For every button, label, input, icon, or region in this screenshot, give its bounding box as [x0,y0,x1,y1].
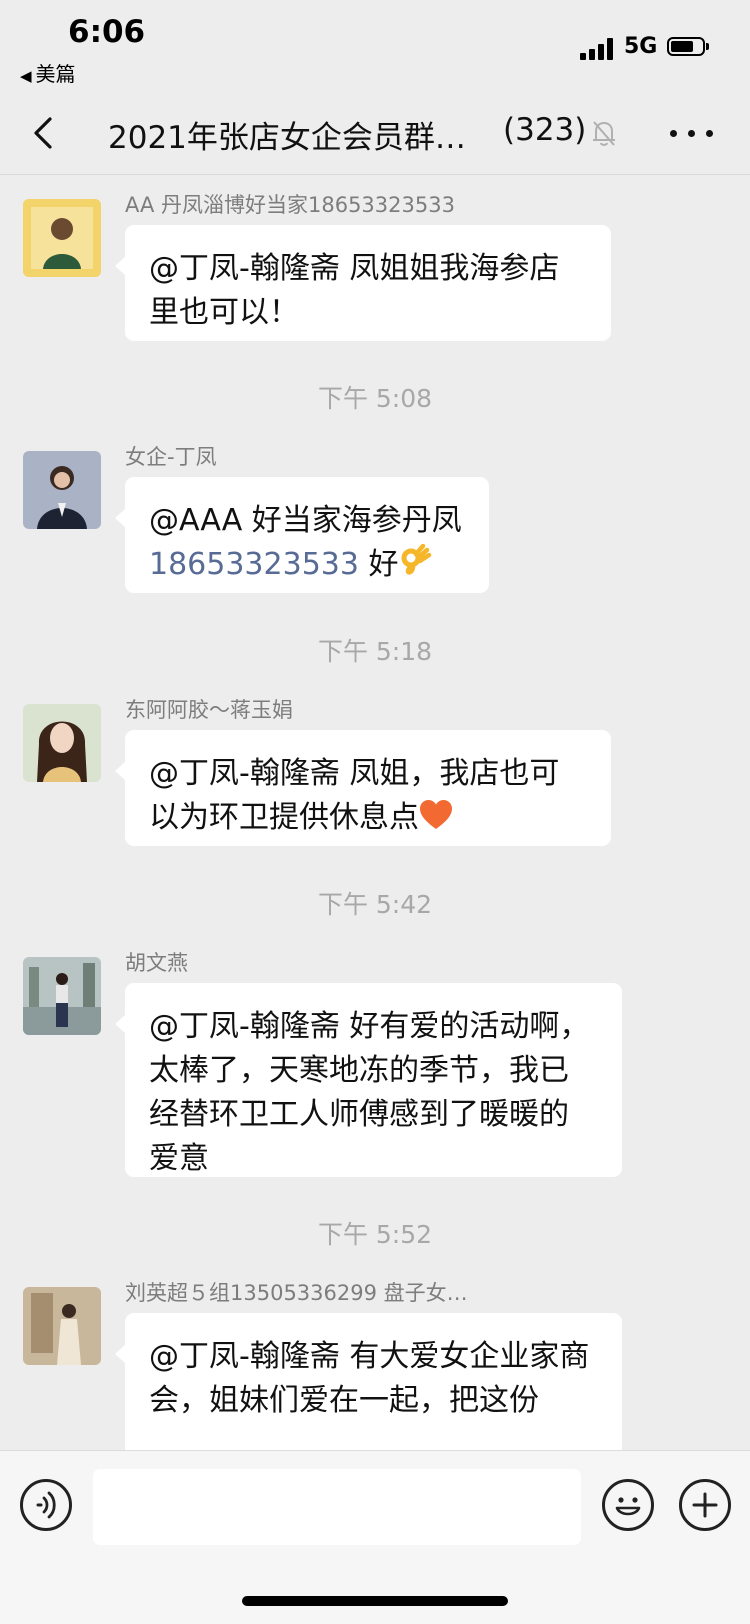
message-bubble[interactable]: @丁凤-翰隆斋 有大爱女企业家商会，姐妹们爱在一起，把这份 [115,1313,622,1450]
phone-number-link[interactable]: 18653323533 [149,547,359,582]
message-list[interactable]: AA 丹凤淄博好当家18653323533 @丁凤-翰隆斋 凤姐姐我海参店里也可… [0,175,750,1450]
message-text: @AAA 好当家海参丹凤 [149,503,462,538]
message-text: 好 [358,547,399,582]
back-button[interactable] [22,106,70,160]
mute-bell-icon [593,121,615,146]
voice-input-button[interactable] [20,1479,72,1531]
orange-heart-emoji [420,800,452,829]
battery-icon [667,37,709,56]
voice-wave-icon [36,1491,56,1519]
sender-name: 东阿阿胶～蒋玉娟 [125,698,293,722]
message-bubble[interactable]: @丁凤-翰隆斋 好有爱的活动啊，太棒了，天寒地冻的季节，我已经替环卫工人师傅感到… [115,983,622,1177]
message-bubble[interactable]: @丁凤-翰隆斋 凤姐，我店也可以为环卫提供休息点 [115,730,611,846]
avatar[interactable] [23,199,101,277]
network-type: 5G [624,34,658,59]
message-bubble[interactable]: @AAA 好当家海参丹凤 18653323533 好 [115,477,489,593]
back-to-app-link[interactable]: ◀ 美篇 [20,58,76,87]
more-functions-button[interactable] [679,1479,731,1531]
message-item: 胡文燕 @丁凤-翰隆斋 好有爱的活动啊，太棒了，天寒地冻的季节，我已经替环卫工人… [0,933,750,1183]
avatar-portrait-icon [23,957,101,1035]
avatar-portrait-icon [23,451,101,529]
member-count: (323) [503,112,587,148]
message-text: @丁凤-翰隆斋 凤姐，我店也可以为环卫提供休息点 [149,756,560,835]
back-app-label: 美篇 [35,62,76,86]
smiley-icon [615,1497,641,1516]
sender-name: 女企-丁凤 [125,445,217,469]
cellular-signal-icon [580,38,616,60]
emoji-button[interactable] [602,1479,654,1531]
message-input[interactable] [93,1469,581,1545]
chevron-left-icon [34,117,52,149]
message-item: AA 丹凤淄博好当家18653323533 @丁凤-翰隆斋 凤姐姐我海参店里也可… [0,175,750,341]
avatar[interactable] [23,704,101,782]
message-item: 女企-丁凤 @AAA 好当家海参丹凤 18653323533 好 [0,427,750,593]
input-bar [0,1450,750,1624]
chat-title: 2021年张店女企会员群… [108,120,466,156]
avatar-portrait-icon [23,704,101,782]
message-item: 东阿阿胶～蒋玉娟 @丁凤-翰隆斋 凤姐，我店也可以为环卫提供休息点 [0,680,750,846]
more-options-button[interactable] [668,112,716,152]
status-bar: 6:06 ◀ 美篇 5G [0,0,750,92]
message-bubble[interactable]: @丁凤-翰隆斋 凤姐姐我海参店里也可以！ [115,225,611,341]
timestamp: 下午 5:42 [317,890,433,919]
timestamp: 下午 5:08 [317,384,433,413]
status-time: 6:06 [68,14,146,50]
home-indicator[interactable] [242,1596,508,1606]
avatar-portrait-icon [23,1287,101,1365]
timestamp: 下午 5:18 [317,637,433,666]
avatar[interactable] [23,451,101,529]
chat-header: 2021年张店女企会员群… (323) [0,92,750,175]
avatar[interactable] [23,957,101,1035]
sender-name: 胡文燕 [125,951,188,975]
message-item: 刘英超５组13505336299 盘子女… @丁凤-翰隆斋 有大爱女企业家商会，… [0,1263,750,1450]
timestamp: 下午 5:52 [317,1220,433,1249]
avatar[interactable] [23,1287,101,1365]
back-triangle-icon: ◀ [20,67,32,85]
sender-name: 刘英超５组13505336299 盘子女… [125,1281,468,1305]
sender-name: AA 丹凤淄博好当家18653323533 [125,193,455,217]
plus-icon [692,1492,718,1518]
avatar-portrait-icon [23,199,101,277]
ok-hand-emoji [401,544,431,575]
